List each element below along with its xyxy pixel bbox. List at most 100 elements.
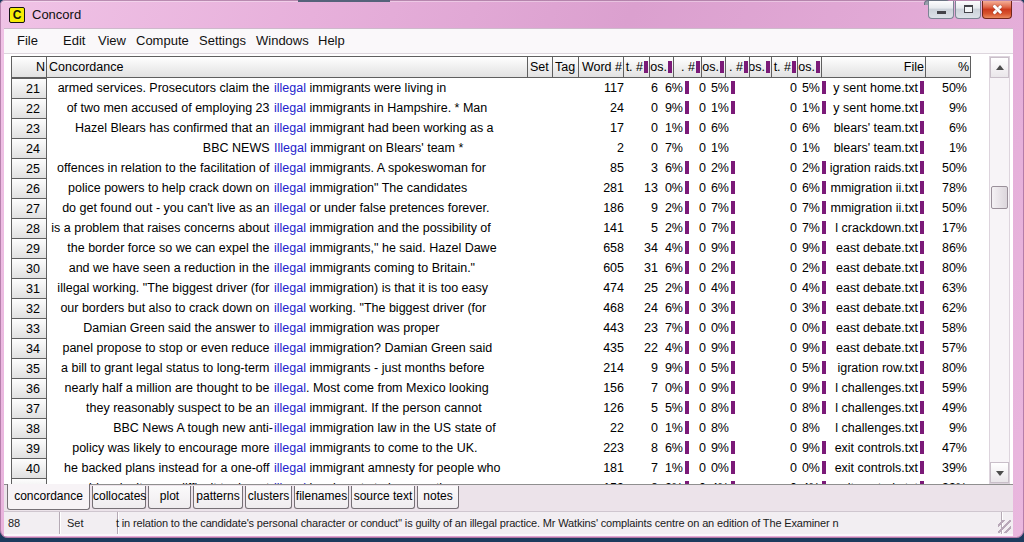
kwic-line: illegal immigrants," he said. Hazel Dawe — [274, 238, 497, 258]
keyword: illegal — [274, 261, 306, 275]
row-number-cell[interactable]: 26 — [11, 178, 47, 199]
position-bar — [920, 361, 924, 374]
concordance-row[interactable]: 28is a problem that raises concerns abou… — [4, 218, 1013, 238]
tab-clusters[interactable]: clusters — [245, 486, 292, 509]
scroll-down-button[interactable] — [990, 462, 1009, 483]
resize-grip[interactable] — [998, 520, 1011, 533]
column-header-os[interactable]: os. — [749, 56, 772, 78]
para-position: 6% — [691, 118, 729, 138]
tab-collocates[interactable]: collocates — [92, 486, 146, 509]
row-number-cell[interactable]: 27 — [11, 198, 47, 219]
column-header-os[interactable]: os. — [701, 56, 726, 78]
left-context: Hazel Blears has confirmed that an — [47, 118, 273, 138]
concordance-row[interactable]: 37they reasonably suspect to be an illeg… — [4, 398, 1013, 418]
left-context: he backed plans instead for a one-off — [47, 458, 273, 478]
column-header-t#[interactable]: t. # — [771, 56, 798, 78]
row-number-cell[interactable]: 25 — [11, 158, 47, 179]
concordance-row[interactable]: 32our borders but also to crack down on … — [4, 298, 1013, 318]
column-header-word#[interactable]: Word # — [578, 56, 624, 78]
column-header-t#[interactable]: t. # — [623, 56, 650, 78]
vertical-scrollbar[interactable] — [989, 56, 1010, 484]
tab-filenames[interactable]: filenames — [294, 486, 349, 509]
row-number-cell[interactable]: 37 — [11, 398, 47, 419]
concordance-row[interactable]: 34panel propose to stop or even reduce i… — [4, 338, 1013, 358]
row-number-cell[interactable]: 38 — [11, 418, 47, 439]
right-context: immigrant. If the person cannot — [306, 401, 482, 415]
concordance-row[interactable]: 31illegal working. "The biggest driver (… — [4, 278, 1013, 298]
column-header-file[interactable]: File — [821, 56, 926, 78]
tab-patterns[interactable]: patterns — [193, 486, 243, 509]
menu-help[interactable]: Help — [318, 29, 345, 52]
file-name: east debate.txt — [788, 338, 918, 358]
left-context: panel propose to stop or even reduce — [47, 338, 273, 358]
column-header-%[interactable]: % — [925, 56, 971, 78]
para-position: 4% — [691, 278, 729, 298]
row-number-cell[interactable]: 35 — [11, 358, 47, 379]
tab-notes[interactable]: notes — [417, 486, 459, 509]
percent: 49% — [927, 398, 967, 418]
menu-view[interactable]: View — [98, 29, 126, 52]
column-header-label: t. # — [774, 60, 791, 74]
menu-settings[interactable]: Settings — [199, 29, 246, 52]
concordance-row[interactable]: 39policy was likely to encourage more il… — [4, 438, 1013, 458]
tab-plot[interactable]: plot — [148, 486, 191, 509]
close-button[interactable] — [982, 1, 1012, 19]
row-number-cell[interactable]: 32 — [11, 298, 47, 319]
minimize-button[interactable] — [928, 1, 954, 19]
row-number-cell[interactable]: 34 — [11, 338, 47, 359]
column-header-os[interactable]: os. — [649, 56, 674, 78]
row-number-cell[interactable]: 30 — [11, 258, 47, 279]
row-number-cell[interactable]: 31 — [11, 278, 47, 299]
menu-edit[interactable]: Edit — [63, 29, 85, 52]
concordance-row[interactable]: 38BBC News A tough new anti-illegal immi… — [4, 418, 1013, 438]
concordance-row[interactable]: 36nearly half a million are thought to b… — [4, 378, 1013, 398]
row-number-cell[interactable]: 23 — [11, 118, 47, 139]
kwic-line: illegal immigrants. A spokeswoman for — [274, 158, 486, 178]
position-bar — [731, 221, 735, 234]
column-header-tag[interactable]: Tag — [552, 56, 579, 78]
scrollbar-thumb[interactable] — [991, 186, 1008, 209]
column-header-#[interactable]: . # — [673, 56, 702, 78]
position-bar — [920, 341, 924, 354]
menu-file[interactable]: File — [17, 29, 38, 52]
column-header-concordance[interactable]: Concordance — [46, 56, 528, 78]
file-name: l crackdown.txt — [788, 218, 918, 238]
concordance-row[interactable]: 26police powers to help crack down on il… — [4, 178, 1013, 198]
column-header-os[interactable]: os. — [797, 56, 822, 78]
column-header-set[interactable]: Set — [527, 56, 553, 78]
row-number-cell[interactable]: 29 — [11, 238, 47, 259]
restore-button[interactable] — [955, 1, 981, 19]
concordance-row[interactable]: 40he backed plans instead for a one-off … — [4, 458, 1013, 478]
column-header-n[interactable]: N — [11, 56, 47, 78]
percent: 58% — [927, 318, 967, 338]
menu-windows[interactable]: Windows — [256, 29, 309, 52]
concordance-row[interactable]: 24BBC NEWS Illegal immigrant on Blears' … — [4, 138, 1013, 158]
concordance-row[interactable]: 29the border force so we can expel the i… — [4, 238, 1013, 258]
row-number-cell[interactable]: 22 — [11, 98, 47, 119]
menu-compute[interactable]: Compute — [136, 29, 189, 52]
row-number-cell[interactable]: 24 — [11, 138, 47, 159]
row-number-cell[interactable]: 40 — [11, 458, 47, 479]
concordance-row[interactable]: 22of two men accused of employing 23 ill… — [4, 98, 1013, 118]
position-bar — [920, 101, 924, 114]
concordance-row[interactable]: 35a bill to grant legal status to long-t… — [4, 358, 1013, 378]
row-number-cell[interactable]: 21 — [11, 78, 47, 99]
concordance-row[interactable]: 30and we have seen a reduction in the il… — [4, 258, 1013, 278]
column-header-bar-icon — [792, 61, 796, 73]
concordance-row[interactable]: 23Hazel Blears has confirmed that an ill… — [4, 118, 1013, 138]
scroll-up-button[interactable] — [990, 57, 1009, 78]
row-number-cell[interactable]: 28 — [11, 218, 47, 239]
row-number-cell[interactable]: 33 — [11, 318, 47, 339]
row-number-cell[interactable]: 39 — [11, 438, 47, 459]
column-header-#[interactable]: . # — [725, 56, 750, 78]
para-position: 2% — [691, 158, 729, 178]
para-position: 9% — [691, 438, 729, 458]
tab-concordance[interactable]: concordance — [7, 484, 90, 510]
concordance-row[interactable]: 27do get found out - you can't live as a… — [4, 198, 1013, 218]
row-number-cell[interactable]: 36 — [11, 378, 47, 399]
file-name: blears' team.txt — [788, 118, 918, 138]
concordance-row[interactable]: 25offences in relation to the facilitati… — [4, 158, 1013, 178]
concordance-row[interactable]: 21armed services. Prosecutors claim the … — [4, 78, 1013, 98]
concordance-row[interactable]: 33Damian Green said the answer to illega… — [4, 318, 1013, 338]
tab-source-text[interactable]: source text — [351, 486, 415, 509]
